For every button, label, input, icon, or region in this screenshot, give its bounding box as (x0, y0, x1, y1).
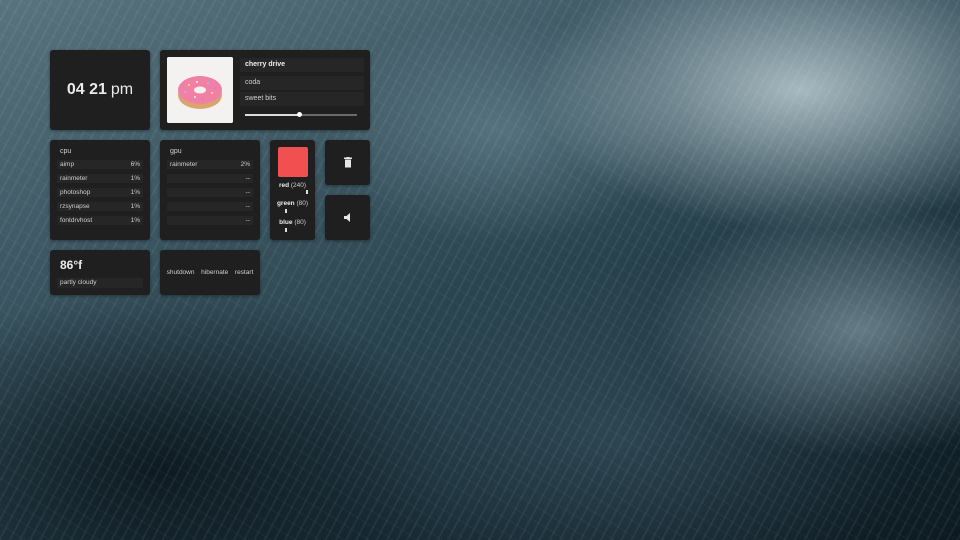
process-name: fontdrvhost (60, 217, 93, 224)
process-usage: -- (245, 217, 250, 224)
clock-ampm: pm (110, 81, 134, 98)
volume-button[interactable] (325, 195, 370, 240)
process-usage: 6% (130, 161, 140, 168)
red-slider-handle[interactable] (306, 190, 309, 194)
color-mixer-widget: red (240) green (80) blue (80) (270, 140, 315, 240)
blue-label: blue (80) (270, 219, 315, 226)
process-name: rzsynapse (60, 203, 90, 210)
color-swatch[interactable] (278, 147, 308, 177)
gpu-row: -- (167, 174, 253, 183)
clock-time: 04 21 pm (67, 81, 133, 99)
process-usage: 1% (130, 203, 140, 210)
gpu-row: -- (167, 202, 253, 211)
power-widget: shutdown hibernate restart (160, 250, 260, 295)
track-artist: coda (240, 76, 364, 90)
blue-channel-value: (80) (294, 219, 306, 226)
gpu-title: gpu (170, 148, 182, 155)
process-usage: 1% (130, 175, 140, 182)
shutdown-button[interactable]: shutdown (167, 269, 195, 276)
cpu-row: rzsynapse 1% (57, 202, 143, 211)
cpu-row: aimp 6% (57, 160, 143, 169)
red-label: red (240) (270, 182, 315, 189)
blue-channel-name: blue (279, 219, 293, 226)
clock-minute: 21 (89, 81, 107, 98)
process-usage: 1% (130, 217, 140, 224)
cpu-row: fontdrvhost 1% (57, 216, 143, 225)
green-channel-value: (80) (296, 200, 309, 207)
green-label: green (80) (270, 200, 315, 207)
trash-button[interactable] (325, 140, 370, 185)
trash-icon (343, 157, 352, 168)
weather-condition: partly cloudy (57, 278, 143, 288)
cpu-widget: cpu aimp 6% rainmeter 1% photoshop 1% rzsyn… (50, 140, 150, 240)
green-channel-name: green (276, 200, 295, 207)
cpu-row: rainmeter 1% (57, 174, 143, 183)
process-usage: -- (245, 189, 250, 196)
track-album: sweet bits (240, 92, 364, 106)
process-usage: 2% (240, 161, 250, 168)
process-usage: -- (245, 203, 250, 210)
music-player-widget: cherry drive coda sweet bits (160, 50, 370, 130)
gpu-row: rainmeter 2% (167, 160, 253, 169)
green-slider-handle[interactable] (285, 209, 288, 213)
track-title: cherry drive (240, 58, 364, 72)
weather-widget: 86°f partly cloudy (50, 250, 150, 295)
process-usage: -- (245, 175, 250, 182)
gpu-row: -- (167, 188, 253, 197)
process-name: photoshop (60, 189, 91, 196)
red-channel-name: red (278, 182, 290, 189)
process-name: rainmeter (60, 175, 88, 182)
process-name: rainmeter (170, 161, 198, 168)
hibernate-button[interactable]: hibernate (201, 269, 228, 276)
blue-slider-handle[interactable] (285, 228, 288, 232)
gpu-row: -- (167, 216, 253, 225)
seek-progress (245, 114, 299, 116)
cpu-row: photoshop 1% (57, 188, 143, 197)
seek-bar[interactable] (245, 112, 357, 117)
seek-handle[interactable] (296, 112, 302, 117)
volume-icon (343, 213, 350, 222)
donut-album-art[interactable] (167, 57, 233, 123)
cpu-title: cpu (60, 148, 72, 155)
clock-hour: 04 (66, 81, 85, 98)
process-usage: 1% (130, 189, 140, 196)
temperature: 86°f (60, 258, 83, 272)
process-name: aimp (60, 161, 75, 168)
red-channel-value: (240) (290, 182, 307, 189)
gpu-widget: gpu rainmeter 2% -- -- -- -- (160, 140, 260, 240)
clock-widget: 04 21 pm (50, 50, 150, 130)
restart-button[interactable]: restart (235, 269, 253, 276)
